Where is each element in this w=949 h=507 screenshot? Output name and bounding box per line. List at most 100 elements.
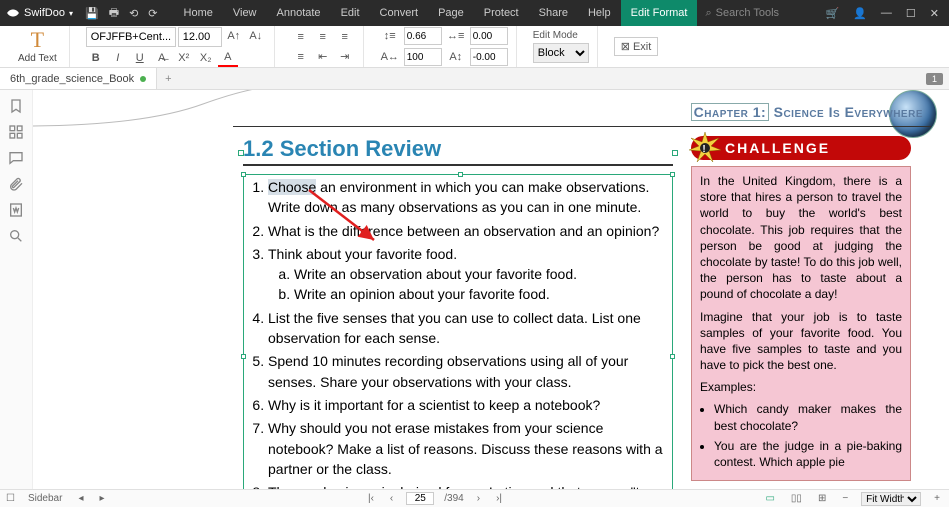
undo-icon[interactable]: ⟲	[129, 7, 138, 20]
baseline-input[interactable]	[470, 48, 508, 66]
bookmark-icon[interactable]	[8, 98, 24, 114]
list-item[interactable]: What is the difference between an observ…	[268, 221, 668, 241]
search-placeholder: Search Tools	[716, 7, 779, 19]
view-facing-icon[interactable]: ⊞	[815, 493, 829, 504]
menu-share[interactable]: Share	[529, 0, 578, 26]
sidebar-label[interactable]: Sidebar	[25, 493, 65, 504]
menu-home[interactable]: Home	[174, 0, 223, 26]
align-right-icon[interactable]: ≡	[335, 28, 355, 46]
challenge-bullet: You are the judge in a pie-baking contes…	[714, 438, 902, 470]
size-select[interactable]	[178, 27, 222, 47]
list-item[interactable]: Choose an environment in which you can m…	[268, 177, 668, 218]
header-rule	[233, 126, 931, 127]
menu-protect[interactable]: Protect	[474, 0, 529, 26]
prev-page-icon[interactable]: ‹	[387, 493, 396, 504]
menu-annotate[interactable]: Annotate	[267, 0, 331, 26]
menu-convert[interactable]: Convert	[370, 0, 429, 26]
list-item[interactable]: Write an observation about your favorite…	[294, 264, 668, 284]
menu-page[interactable]: Page	[428, 0, 474, 26]
char-spacing-input[interactable]	[470, 27, 508, 45]
sidebar-toggle-icon[interactable]: ☐	[6, 493, 15, 504]
search-tools[interactable]: ⌕ Search Tools	[697, 7, 787, 20]
comment-icon[interactable]	[8, 150, 24, 166]
underline-button[interactable]: U	[130, 49, 150, 67]
thumbnails-icon[interactable]	[8, 124, 24, 140]
burst-icon: !	[689, 132, 721, 164]
align-center-icon[interactable]: ≡	[313, 28, 333, 46]
view-continuous-icon[interactable]: ▯▯	[788, 493, 805, 504]
list-item[interactable]: The word science is derived from a Latin…	[268, 482, 668, 489]
attachment-icon[interactable]	[8, 176, 24, 192]
questions-column: 1.2 Section Review Choose an environment…	[243, 136, 673, 485]
search-icon: ⌕	[705, 7, 711, 20]
user-icon[interactable]: 👤	[853, 7, 867, 20]
ribbon: T Add Text A↑ A↓ B I U A̶ X² X₂ A	[0, 26, 949, 68]
modified-indicator-icon	[140, 76, 146, 82]
section-title[interactable]: 1.2 Section Review	[243, 136, 673, 166]
list-item[interactable]: Why is it important for a scientist to k…	[268, 395, 668, 415]
menu-help[interactable]: Help	[578, 0, 621, 26]
grow-font-icon[interactable]: A↑	[224, 27, 244, 45]
add-tab-button[interactable]: +	[157, 73, 179, 85]
zoom-out-icon[interactable]: −	[839, 493, 851, 504]
exit-button[interactable]: ⊠ Exit	[614, 37, 659, 56]
close-icon[interactable]: ✕	[930, 7, 939, 20]
first-page-icon[interactable]: |‹	[365, 493, 377, 504]
view-single-icon[interactable]: ▭	[762, 493, 777, 504]
indent-decrease-icon[interactable]: ⇤	[313, 48, 333, 66]
strike-button[interactable]: A̶	[152, 49, 172, 67]
bold-button[interactable]: B	[86, 49, 106, 67]
document-area[interactable]: Chapter 1: Science Is Everywhere 1.2 Sec…	[32, 90, 949, 489]
indent-increase-icon[interactable]: ⇥	[335, 48, 355, 66]
list-item[interactable]: Think about your favorite food. Write an…	[268, 244, 668, 305]
word-export-icon[interactable]	[8, 202, 24, 218]
edit-mode-group: Edit Mode Block	[533, 30, 589, 63]
chapter-label: Chapter 1: Science Is Everywhere	[691, 104, 923, 120]
superscript-button[interactable]: X²	[174, 49, 194, 67]
redo-icon[interactable]: ⟳	[148, 7, 157, 20]
page-header: Chapter 1: Science Is Everywhere	[233, 96, 931, 128]
tab-document[interactable]: 6th_grade_science_Book	[0, 68, 157, 89]
page-input[interactable]	[406, 492, 434, 505]
list-item[interactable]: List the five senses that you can use to…	[268, 308, 668, 349]
challenge-body[interactable]: In the United Kingdom, there is a store …	[691, 166, 911, 481]
maximize-icon[interactable]: ☐	[906, 7, 916, 20]
exit-icon: ⊠	[621, 40, 630, 53]
minimize-icon[interactable]: —	[881, 7, 892, 19]
align-left-icon[interactable]: ≡	[291, 28, 311, 46]
menu-edit-format[interactable]: Edit Format	[621, 0, 698, 26]
selected-word[interactable]: Choose	[268, 179, 316, 195]
print-icon[interactable]: 🖶	[109, 4, 119, 23]
menu-view[interactable]: View	[223, 0, 267, 26]
font-color-button[interactable]: A	[218, 49, 238, 67]
selected-text-block[interactable]: Choose an environment in which you can m…	[243, 174, 673, 489]
prev-icon[interactable]: ◂	[75, 493, 86, 504]
search-panel-icon[interactable]	[8, 228, 24, 244]
app-name: SwifDoo	[24, 7, 65, 19]
workspace: Chapter 1: Science Is Everywhere 1.2 Sec…	[0, 90, 949, 489]
menu-edit[interactable]: Edit	[331, 0, 370, 26]
list-item[interactable]: Spend 10 minutes recording observations …	[268, 351, 668, 392]
subscript-button[interactable]: X₂	[196, 49, 216, 67]
edit-mode-select[interactable]: Block	[533, 43, 589, 63]
text-icon: T	[31, 29, 44, 51]
shrink-font-icon[interactable]: A↓	[246, 27, 266, 45]
cart-icon[interactable]: 🛒	[826, 7, 840, 20]
save-icon[interactable]: 💾	[85, 7, 99, 20]
font-select[interactable]	[86, 27, 176, 47]
line-height-input[interactable]	[404, 27, 442, 45]
scale-input[interactable]	[404, 48, 442, 66]
last-page-icon[interactable]: ›|	[493, 493, 505, 504]
question-ol: Choose an environment in which you can m…	[248, 177, 668, 489]
add-text-button[interactable]: T Add Text	[14, 29, 61, 64]
challenge-p2: Imagine that your job is to taste sample…	[700, 309, 902, 374]
italic-button[interactable]: I	[108, 49, 128, 67]
zoom-in-icon[interactable]: +	[931, 493, 943, 504]
next-page-icon[interactable]: ›	[474, 493, 483, 504]
align-justify-icon[interactable]: ≡	[291, 48, 311, 66]
challenge-p1: In the United Kingdom, there is a store …	[700, 173, 902, 303]
list-item[interactable]: Why should you not erase mistakes from y…	[268, 418, 668, 479]
next-icon[interactable]: ▸	[96, 493, 107, 504]
list-item[interactable]: Write an opinion about your favorite foo…	[294, 284, 668, 304]
zoom-select[interactable]: Fit Width	[861, 492, 921, 506]
